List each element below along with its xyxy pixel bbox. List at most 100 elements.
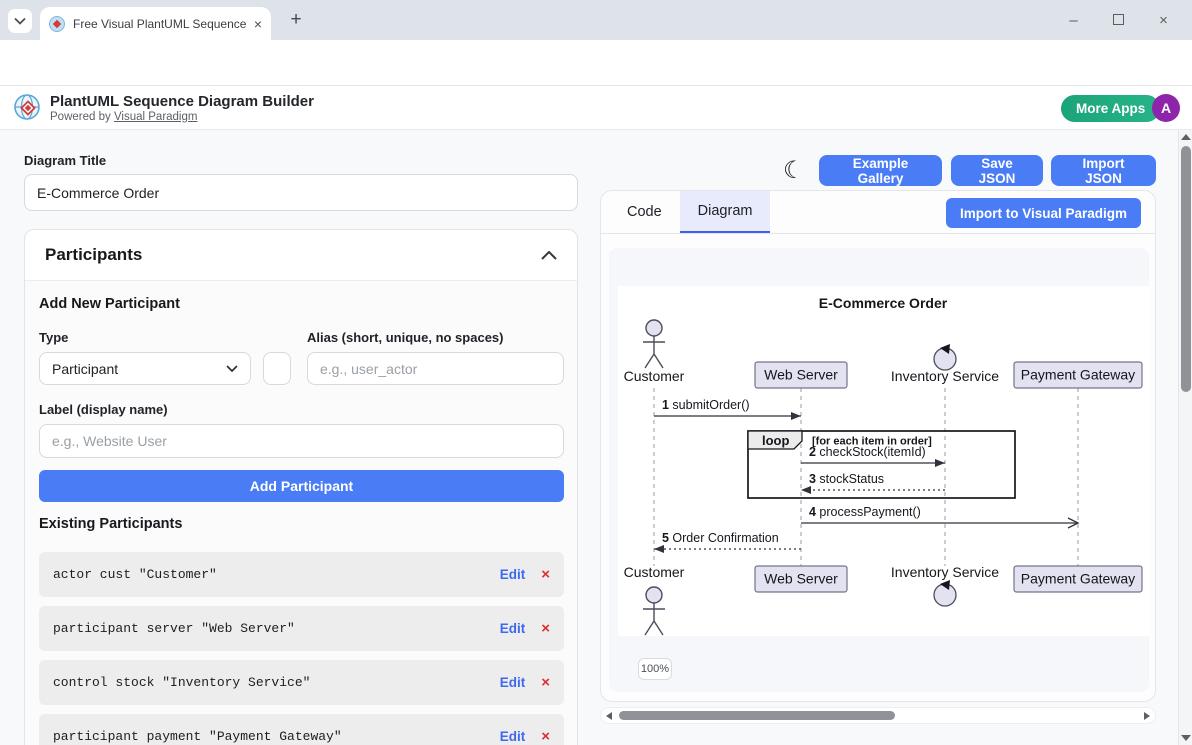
delete-participant-icon[interactable]: × (541, 728, 550, 745)
tab-title: Free Visual PlantUML Sequence (73, 17, 248, 31)
chevron-down-icon (14, 17, 26, 25)
more-apps-button[interactable]: More Apps (1061, 95, 1160, 122)
participant-code: participant payment "Payment Gateway" (53, 729, 342, 744)
scroll-up-icon[interactable] (1181, 134, 1191, 140)
svg-text:Customer: Customer (624, 368, 685, 384)
participant-type-select[interactable]: Participant (39, 352, 251, 385)
diagram-tab-bar: Code Diagram Import to Visual Paradigm (601, 191, 1155, 234)
edit-participant-link[interactable]: Edit (500, 675, 526, 690)
browser-toolbar: ai-toolbox.visual-paradigm.com/app/plant… (0, 40, 1192, 86)
powered-by-text: Powered by (50, 111, 111, 123)
close-button[interactable]: × (1141, 12, 1186, 29)
import-to-visual-paradigm-button[interactable]: Import to Visual Paradigm (946, 198, 1141, 228)
svg-text:Inventory Service: Inventory Service (891, 564, 999, 580)
svg-text:Payment Gateway: Payment Gateway (1021, 367, 1135, 383)
scroll-right-icon[interactable] (1144, 712, 1150, 720)
svg-text:4 processPayment(): 4 processPayment() (809, 505, 921, 519)
participant-row: control stock "Inventory Service" Edit × (39, 660, 564, 705)
display-name-label: Label (display name) (39, 402, 168, 417)
dark-mode-toggle-icon[interactable]: ☾ (783, 156, 805, 185)
diagram-title-input[interactable] (24, 174, 578, 211)
message-1: 1 submitOrder() (654, 398, 801, 420)
app-subtitle: Powered by Visual Paradigm (50, 111, 197, 123)
app-title: PlantUML Sequence Diagram Builder (50, 93, 314, 110)
svg-text:Inventory Service: Inventory Service (891, 368, 999, 384)
maximize-icon (1113, 14, 1124, 25)
participant-code: actor cust "Customer" (53, 567, 217, 582)
site-favicon-icon (49, 16, 65, 32)
add-new-participant-title: Add New Participant (39, 296, 180, 312)
minimize-button[interactable]: – (1051, 12, 1096, 29)
control-stock-b (934, 580, 956, 606)
browser-window: Free Visual PlantUML Sequence × + – × ai… (0, 0, 1192, 745)
visual-paradigm-link[interactable]: Visual Paradigm (114, 111, 198, 123)
tab-strip: Free Visual PlantUML Sequence × + – × (0, 0, 1192, 40)
example-gallery-button[interactable]: Example Gallery (819, 155, 942, 186)
tab-diagram[interactable]: Diagram (680, 191, 771, 233)
tab-code[interactable]: Code (609, 191, 680, 233)
scroll-down-icon[interactable] (1181, 735, 1191, 741)
select-chevron-icon (226, 365, 238, 372)
participant-code: participant server "Web Server" (53, 621, 295, 636)
alias-input[interactable] (307, 352, 564, 385)
participants-section-title: Participants (45, 245, 142, 265)
edit-participant-link[interactable]: Edit (500, 567, 526, 582)
participant-type-value: Participant (52, 361, 118, 377)
maximize-button[interactable] (1096, 12, 1141, 29)
svg-text:1 submitOrder(): 1 submitOrder() (662, 398, 750, 412)
svg-text:3 stockStatus: 3 stockStatus (809, 472, 884, 486)
svg-text:loop: loop (762, 433, 789, 448)
horizontal-scroll-thumb[interactable] (619, 711, 895, 720)
svg-text:2 checkStock(itemId): 2 checkStock(itemId) (809, 445, 926, 459)
svg-text:E-Commerce Order: E-Commerce Order (819, 295, 948, 311)
edit-participant-link[interactable]: Edit (500, 729, 526, 744)
message-4: 4 processPayment() (801, 505, 1078, 528)
app-header: PlantUML Sequence Diagram Builder Powere… (0, 86, 1192, 130)
message-5: 5 Order Confirmation (654, 531, 801, 553)
app-user-avatar[interactable]: A (1152, 94, 1180, 122)
new-tab-button[interactable]: + (284, 8, 308, 32)
svg-text:Web Server: Web Server (764, 367, 838, 383)
chevron-up-icon[interactable] (541, 251, 557, 260)
sequence-diagram: E-Commerce Order Customer Customer Web Serv… (618, 286, 1149, 636)
message-3: 3 stockStatus (801, 472, 945, 494)
display-name-input[interactable] (39, 424, 564, 458)
svg-text:Payment Gateway: Payment Gateway (1021, 571, 1135, 587)
vertical-scrollbar[interactable] (1178, 130, 1192, 745)
delete-participant-icon[interactable]: × (541, 620, 550, 637)
svg-text:Web Server: Web Server (764, 571, 838, 587)
horizontal-scrollbar[interactable] (600, 707, 1156, 724)
browser-tab[interactable]: Free Visual PlantUML Sequence × (40, 7, 271, 40)
existing-participants-title: Existing Participants (39, 516, 182, 532)
import-json-button[interactable]: Import JSON (1051, 155, 1156, 186)
message-2: 2 checkStock(itemId) (801, 445, 945, 467)
zoom-level-badge[interactable]: 100% (638, 658, 672, 680)
svg-text:5 Order Confirmation: 5 Order Confirmation (662, 531, 779, 545)
participant-row: participant server "Web Server" Edit × (39, 606, 564, 651)
actor-cust (643, 320, 665, 368)
visual-paradigm-logo (12, 92, 44, 124)
type-label: Type (39, 330, 68, 345)
participant-code: control stock "Inventory Service" (53, 675, 310, 690)
existing-participants-list: actor cust "Customer" Edit × participant… (39, 552, 564, 745)
delete-participant-icon[interactable]: × (541, 674, 550, 691)
participants-card: Participants Add New Participant Type Pa… (24, 229, 578, 745)
save-json-button[interactable]: Save JSON (951, 155, 1043, 186)
type-adjacent-box[interactable] (263, 352, 291, 385)
add-participant-button[interactable]: Add Participant (39, 470, 564, 502)
tab-search-button[interactable] (8, 9, 32, 33)
svg-text:Customer: Customer (624, 564, 685, 580)
edit-participant-link[interactable]: Edit (500, 621, 526, 636)
control-stock (934, 344, 956, 370)
participant-row: actor cust "Customer" Edit × (39, 552, 564, 597)
diagram-panel: Code Diagram Import to Visual Paradigm E… (600, 190, 1156, 702)
delete-participant-icon[interactable]: × (541, 566, 550, 583)
vertical-scroll-thumb[interactable] (1181, 146, 1191, 392)
diagram-viewer[interactable]: E-Commerce Order Customer Customer Web Serv… (609, 248, 1149, 692)
alias-label: Alias (short, unique, no spaces) (307, 330, 503, 345)
tab-close-icon[interactable]: × (254, 17, 262, 31)
participants-card-header[interactable]: Participants (25, 230, 577, 281)
diagram-title-label: Diagram Title (24, 153, 106, 168)
scroll-left-icon[interactable] (606, 712, 612, 720)
actor-cust-b (643, 587, 665, 635)
